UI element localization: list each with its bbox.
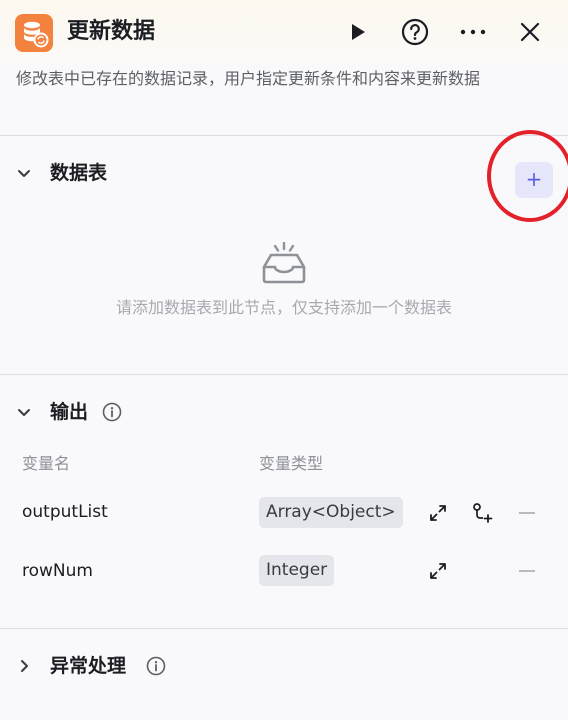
output-section-title: 输出 bbox=[50, 401, 89, 423]
run-button[interactable] bbox=[342, 16, 374, 48]
divider bbox=[0, 628, 568, 629]
help-icon bbox=[401, 18, 429, 46]
expand-button[interactable] bbox=[427, 502, 449, 524]
more-icon bbox=[460, 29, 486, 35]
highlight-circle bbox=[487, 130, 568, 222]
chevron-right-icon[interactable] bbox=[14, 656, 34, 676]
panel-header: 更新数据 bbox=[0, 0, 568, 64]
expand-button[interactable] bbox=[427, 560, 449, 582]
exception-section-title: 异常处理 bbox=[50, 655, 127, 677]
close-icon bbox=[520, 22, 540, 42]
data-table-section-title: 数据表 bbox=[50, 162, 108, 184]
variable-type-tag: Integer bbox=[259, 555, 335, 586]
more-button[interactable] bbox=[457, 16, 489, 48]
info-icon[interactable] bbox=[146, 656, 166, 676]
add-child-variable-button[interactable] bbox=[472, 502, 494, 524]
remove-variable-button[interactable] bbox=[519, 512, 535, 514]
info-icon[interactable] bbox=[102, 402, 122, 422]
divider bbox=[0, 135, 568, 136]
data-table-empty-text: 请添加数据表到此节点，仅支持添加一个数据表 bbox=[115, 298, 452, 317]
close-button[interactable] bbox=[514, 16, 546, 48]
empty-inbox-icon bbox=[262, 242, 306, 284]
column-header-name: 变量名 bbox=[22, 454, 71, 473]
database-sync-icon bbox=[15, 14, 53, 52]
divider bbox=[0, 374, 568, 375]
expand-icon bbox=[430, 563, 446, 579]
column-header-type: 变量类型 bbox=[259, 454, 324, 473]
chevron-down-icon[interactable] bbox=[14, 402, 34, 422]
variable-type-tag: Array<Object> bbox=[259, 497, 403, 528]
node-title: 更新数据 bbox=[67, 19, 156, 44]
output-section-header[interactable]: 输出 bbox=[0, 392, 568, 432]
run-icon bbox=[352, 24, 365, 40]
expand-icon bbox=[430, 505, 446, 521]
exception-section-header[interactable]: 异常处理 bbox=[0, 646, 568, 686]
add-child-icon bbox=[473, 503, 493, 523]
remove-variable-button[interactable] bbox=[519, 570, 535, 572]
chevron-down-icon[interactable] bbox=[14, 163, 34, 183]
data-table-section-header[interactable]: 数据表 bbox=[0, 153, 568, 193]
help-button[interactable] bbox=[399, 16, 431, 48]
node-description: 修改表中已存在的数据记录，用户指定更新条件和内容来更新数据 bbox=[16, 69, 481, 88]
variable-name: rowNum bbox=[22, 561, 93, 581]
variable-name: outputList bbox=[22, 502, 108, 522]
